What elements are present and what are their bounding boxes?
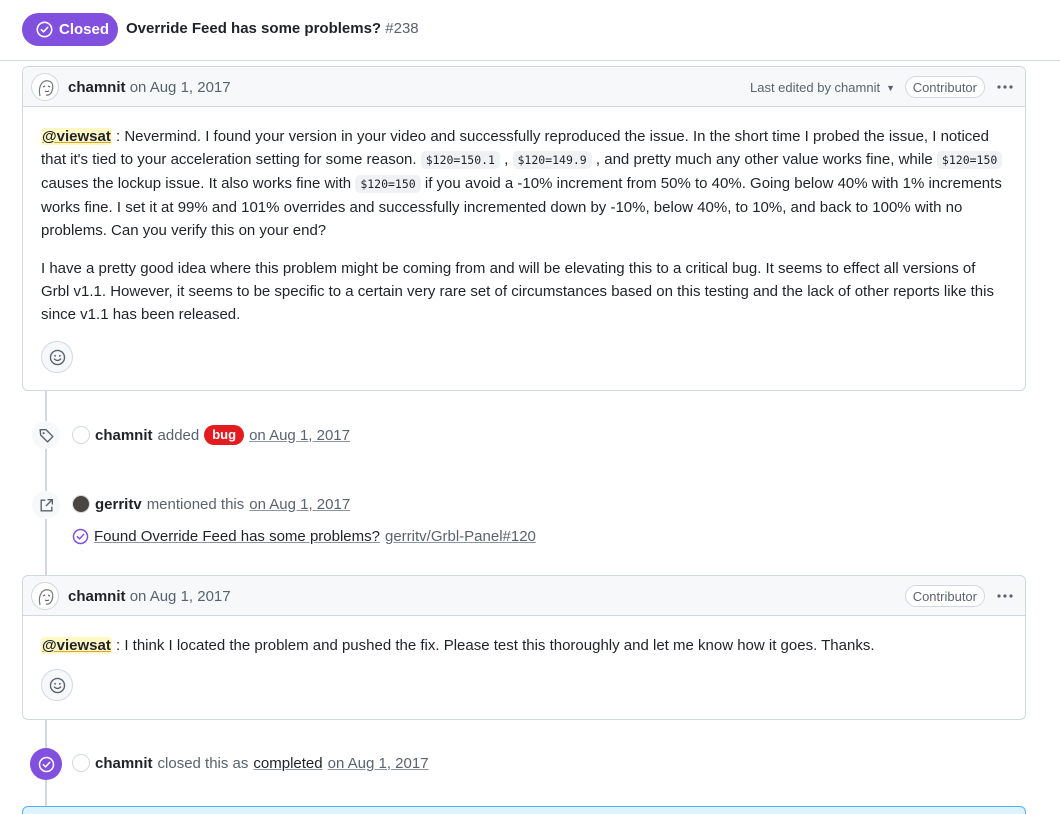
issue-number: #238 bbox=[385, 20, 419, 37]
comment-paragraph: I have a pretty good idea where this pro… bbox=[41, 260, 994, 323]
role-badge: Contributor bbox=[904, 76, 985, 98]
author-link[interactable]: chamnit bbox=[68, 79, 126, 96]
inline-code: $120=150 bbox=[355, 175, 421, 193]
reference-repo-link[interactable]: gerritv/Grbl-Panel#120 bbox=[385, 528, 536, 545]
comment-paragraph: @viewsat : I think I located the problem… bbox=[41, 634, 1007, 657]
comment-body: @viewsat : Nevermind. I found your versi… bbox=[23, 107, 1025, 326]
external-link-icon bbox=[32, 491, 60, 519]
event-action: added bbox=[157, 426, 200, 444]
circle-check-icon bbox=[72, 528, 89, 545]
label-badge-bug[interactable]: bug bbox=[204, 425, 245, 445]
avatar[interactable] bbox=[72, 426, 90, 444]
event-date-link[interactable]: on Aug 1, 2017 bbox=[328, 755, 429, 772]
event-mentioned: gerritv mentioned this on Aug 1, 2017 bbox=[72, 495, 350, 513]
state-label: Closed bbox=[59, 21, 110, 38]
comment-1: chamnit on Aug 1, 2017 Last edited by ch… bbox=[22, 66, 1026, 391]
author-link[interactable]: chamnit bbox=[95, 427, 153, 444]
next-box-edge bbox=[22, 806, 1026, 814]
circle-check-icon bbox=[36, 21, 53, 38]
event-closed: chamnit closed this as completed on Aug … bbox=[72, 754, 429, 772]
state-badge-closed: Closed bbox=[22, 13, 118, 46]
sticky-issue-header: Closed Override Feed has some problems? … bbox=[0, 0, 1060, 61]
comment-body: @viewsat : I think I located the problem… bbox=[23, 616, 1025, 657]
tag-icon bbox=[32, 421, 60, 449]
event-action: mentioned this bbox=[146, 495, 245, 513]
comment-options-button[interactable] bbox=[993, 585, 1017, 607]
kebab-horizontal-icon bbox=[997, 85, 1013, 89]
comment-options-button[interactable] bbox=[993, 76, 1017, 98]
comment-author-line: chamnit on Aug 1, 2017 bbox=[68, 79, 231, 96]
text-segment: : I think I located the problem and push… bbox=[111, 637, 875, 654]
user-mention[interactable]: @viewsat bbox=[41, 128, 112, 145]
comment-date[interactable]: on Aug 1, 2017 bbox=[130, 79, 231, 96]
text-segment: causes the lockup issue. It also works f… bbox=[41, 175, 356, 192]
comment-date[interactable]: on Aug 1, 2017 bbox=[130, 588, 231, 605]
issue-title[interactable]: Override Feed has some problems? #238 bbox=[126, 20, 419, 37]
comment-header: chamnit on Aug 1, 2017 Last edited by ch… bbox=[23, 67, 1025, 107]
smiley-icon bbox=[49, 677, 65, 693]
event-action: closed this as bbox=[157, 754, 249, 772]
caret-down-icon: ▼ bbox=[886, 83, 895, 93]
issue-title-text: Override Feed has some problems? bbox=[126, 20, 382, 37]
user-mention[interactable]: @viewsat bbox=[41, 637, 112, 654]
avatar[interactable] bbox=[31, 582, 59, 610]
avatar[interactable] bbox=[72, 754, 90, 772]
avatar[interactable] bbox=[31, 73, 59, 101]
inline-code: $120=150 bbox=[936, 151, 1003, 169]
inline-code: $120=150.1 bbox=[420, 151, 500, 169]
inline-code: $120=149.9 bbox=[512, 151, 592, 169]
edited-label: Last edited by chamnit bbox=[750, 80, 881, 95]
author-link[interactable]: gerritv bbox=[95, 496, 142, 513]
text-segment: , bbox=[499, 151, 513, 168]
smiley-icon bbox=[49, 349, 65, 365]
comment-paragraph: @viewsat : Nevermind. I found your versi… bbox=[41, 125, 1007, 242]
circle-check-icon bbox=[30, 748, 62, 780]
role-badge: Contributor bbox=[904, 585, 985, 607]
text-segment: , and pretty much any other value works … bbox=[591, 151, 937, 168]
comment-author-line: chamnit on Aug 1, 2017 bbox=[68, 588, 231, 605]
event-date-link[interactable]: on Aug 1, 2017 bbox=[249, 496, 350, 513]
event-date-link[interactable]: on Aug 1, 2017 bbox=[249, 427, 350, 444]
author-link[interactable]: chamnit bbox=[68, 588, 126, 605]
edit-history-dropdown[interactable]: Last edited by chamnit ▼ bbox=[750, 80, 895, 95]
close-reason-link[interactable]: completed bbox=[253, 755, 322, 772]
author-link[interactable]: chamnit bbox=[95, 755, 153, 772]
add-reaction-button[interactable] bbox=[41, 669, 73, 701]
kebab-horizontal-icon bbox=[997, 594, 1013, 598]
avatar[interactable] bbox=[72, 495, 90, 513]
reference-title-link[interactable]: Found Override Feed has some problems? bbox=[94, 528, 380, 545]
comment-2: chamnit on Aug 1, 2017 Contributor @view… bbox=[22, 575, 1026, 720]
event-labeled: chamnit added bug on Aug 1, 2017 bbox=[72, 425, 350, 445]
comment-header: chamnit on Aug 1, 2017 Contributor bbox=[23, 576, 1025, 616]
cross-reference-item[interactable]: Found Override Feed has some problems? g… bbox=[72, 528, 536, 545]
add-reaction-button[interactable] bbox=[41, 341, 73, 373]
